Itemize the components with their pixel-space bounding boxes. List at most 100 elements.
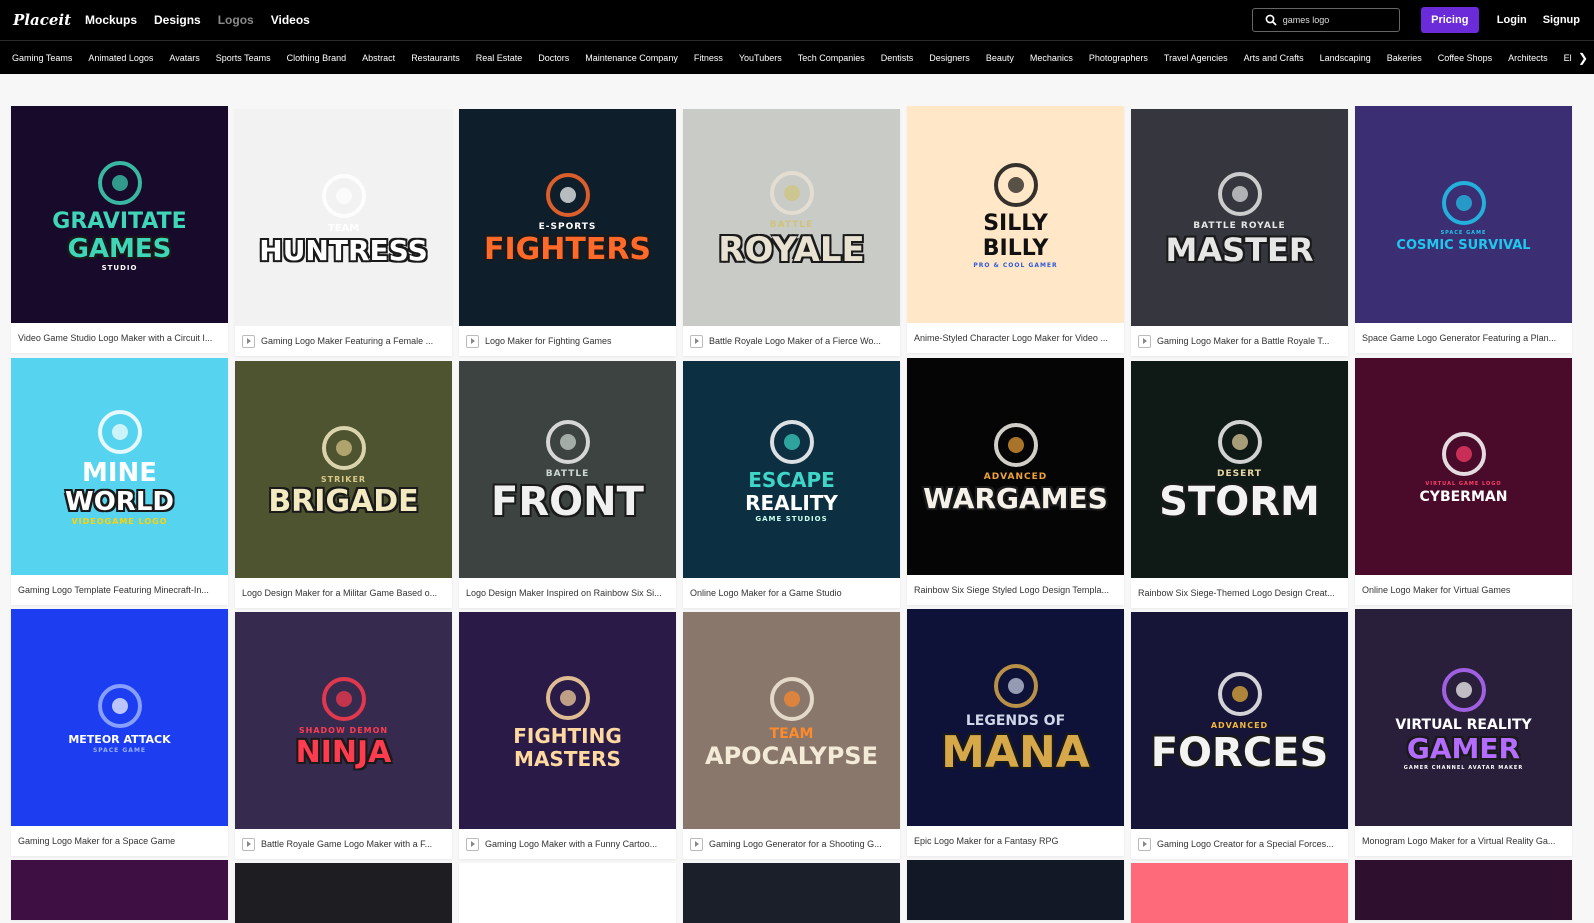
template-card[interactable]: LEGENDS OF MANA Epic Logo Maker for a Fant… bbox=[907, 609, 1124, 856]
category-link[interactable]: Doctors bbox=[538, 53, 569, 63]
template-card[interactable]: ADVANCED WARGAMES Rainbow Six Siege Styled… bbox=[907, 358, 1124, 605]
template-thumbnail[interactable]: ADVANCED FORCES bbox=[1131, 612, 1348, 829]
search-input[interactable] bbox=[1282, 15, 1393, 25]
template-card[interactable] bbox=[459, 863, 676, 923]
template-card[interactable]: ESCAPE REALITY GAME STUDIOS Online Logo Mak… bbox=[683, 361, 900, 608]
template-card[interactable]: VIRTUAL GAME LOGO CYBERMAN Online Logo Mak… bbox=[1355, 358, 1572, 605]
template-caption[interactable]: Gaming Logo Template Featuring Minecraft… bbox=[11, 575, 228, 605]
category-link[interactable]: Beauty bbox=[986, 53, 1014, 63]
category-link[interactable]: Animated Logos bbox=[88, 53, 153, 63]
template-thumbnail[interactable]: SPACE GAME COSMIC SURVIVAL bbox=[1355, 106, 1572, 323]
template-caption[interactable]: Battle Royale Logo Maker of a Fierce Wo.… bbox=[683, 326, 900, 356]
pricing-button[interactable]: Pricing bbox=[1420, 7, 1479, 33]
template-caption[interactable]: Space Game Logo Generator Featuring a Pl… bbox=[1355, 323, 1572, 353]
template-card[interactable]: DESERT STORM Rainbow Six Siege-Themed Logo… bbox=[1131, 361, 1348, 608]
template-card[interactable]: METEOR ATTACK SPACE GAME Gaming Logo Maker… bbox=[11, 609, 228, 856]
template-thumbnail[interactable]: GRAVITATE GAMES STUDIO bbox=[11, 106, 228, 323]
nav-mockups[interactable]: Mockups bbox=[85, 13, 137, 27]
template-thumbnail[interactable]: LEGENDS OF MANA bbox=[907, 609, 1124, 826]
template-card[interactable]: VIRTUAL REALITY GAMER GAMER CHANNEL AVATAR… bbox=[1355, 609, 1572, 856]
template-card[interactable]: SILLY BILLY PRO & COOL GAMER Anime-Styled C… bbox=[907, 106, 1124, 353]
template-card[interactable]: STRIKER BRIGADE Logo Design Maker for a Mi… bbox=[235, 361, 452, 608]
template-thumbnail[interactable]: VIRTUAL REALITY GAMER GAMER CHANNEL AVATAR… bbox=[1355, 609, 1572, 826]
category-link[interactable]: Photographers bbox=[1089, 53, 1148, 63]
template-thumbnail[interactable]: METEOR ATTACK SPACE GAME bbox=[11, 609, 228, 826]
search-box[interactable] bbox=[1251, 8, 1400, 32]
template-card[interactable] bbox=[1355, 860, 1572, 920]
template-caption[interactable]: Logo Design Maker Inspired on Rainbow Si… bbox=[459, 578, 676, 608]
category-link[interactable]: Architects bbox=[1508, 53, 1548, 63]
template-thumbnail[interactable]: FIGHTING MASTERS bbox=[459, 612, 676, 829]
signup-link[interactable]: Signup bbox=[1543, 14, 1580, 26]
template-card[interactable]: FIGHTING MASTERS Gaming Logo Maker with a … bbox=[459, 612, 676, 859]
template-thumbnail[interactable]: VIRTUAL GAME LOGO CYBERMAN bbox=[1355, 358, 1572, 575]
template-caption[interactable]: Logo Maker for Fighting Games bbox=[459, 326, 676, 356]
nav-logos[interactable]: Logos bbox=[218, 13, 254, 27]
template-caption[interactable]: Epic Logo Maker for a Fantasy RPG bbox=[907, 826, 1124, 856]
template-thumbnail[interactable]: DESERT STORM bbox=[1131, 361, 1348, 578]
category-link[interactable]: Designers bbox=[929, 53, 970, 63]
category-link[interactable]: Clothing Brand bbox=[287, 53, 347, 63]
template-caption[interactable]: Battle Royale Game Logo Maker with a F..… bbox=[235, 829, 452, 859]
category-link[interactable]: Avatars bbox=[169, 53, 199, 63]
nav-videos[interactable]: Videos bbox=[271, 13, 310, 27]
category-link[interactable]: Tech Companies bbox=[798, 53, 865, 63]
category-link[interactable]: Abstract bbox=[362, 53, 395, 63]
category-link[interactable]: Fitness bbox=[694, 53, 723, 63]
template-caption[interactable]: Gaming Logo Maker Featuring a Female ... bbox=[235, 326, 452, 356]
chevron-right-icon[interactable]: ❯ bbox=[1572, 41, 1594, 74]
template-thumbnail[interactable]: SHADOW DEMON NINJA bbox=[235, 612, 452, 829]
category-link[interactable]: YouTubers bbox=[739, 53, 782, 63]
template-thumbnail[interactable]: BATTLE FRONT bbox=[459, 361, 676, 578]
template-caption[interactable]: Online Logo Maker for a Game Studio bbox=[683, 578, 900, 608]
template-card[interactable] bbox=[11, 860, 228, 920]
template-thumbnail[interactable]: ADVANCED WARGAMES bbox=[907, 358, 1124, 575]
template-card[interactable] bbox=[1131, 863, 1348, 923]
category-link[interactable]: Arts and Crafts bbox=[1244, 53, 1304, 63]
template-caption[interactable]: Rainbow Six Siege Styled Logo Design Tem… bbox=[907, 575, 1124, 605]
template-thumbnail[interactable]: BATTLE ROYALE MASTER bbox=[1131, 109, 1348, 326]
template-card[interactable]: E-SPORTS FIGHTERS Logo Maker for Fighting … bbox=[459, 109, 676, 356]
template-card[interactable]: BATTLE ROYALE MASTER Gaming Logo Maker for… bbox=[1131, 109, 1348, 356]
placeit-logo[interactable]: Placeit bbox=[13, 11, 73, 29]
template-caption[interactable]: Gaming Logo Generator for a Shooting G..… bbox=[683, 829, 900, 859]
category-link[interactable]: Dentists bbox=[881, 53, 914, 63]
category-link[interactable]: Bakeries bbox=[1387, 53, 1422, 63]
template-thumbnail[interactable]: E-SPORTS FIGHTERS bbox=[459, 109, 676, 326]
template-thumbnail[interactable]: TEAM APOCALYPSE bbox=[683, 612, 900, 829]
category-link[interactable]: Gaming Teams bbox=[12, 53, 72, 63]
template-card[interactable] bbox=[907, 860, 1124, 920]
template-thumbnail[interactable]: BATTLE ROYALE bbox=[683, 109, 900, 326]
template-caption[interactable]: Gaming Logo Creator for a Special Forces… bbox=[1131, 829, 1348, 859]
template-thumbnail[interactable]: TEAM HUNTRESS bbox=[235, 109, 452, 326]
template-caption[interactable]: Gaming Logo Maker with a Funny Cartoo... bbox=[459, 829, 676, 859]
template-caption[interactable]: Anime-Styled Character Logo Maker for Vi… bbox=[907, 323, 1124, 353]
category-link[interactable]: Restaurants bbox=[411, 53, 460, 63]
template-card[interactable] bbox=[683, 863, 900, 923]
category-link[interactable]: Landscaping bbox=[1320, 53, 1371, 63]
template-thumbnail[interactable]: ESCAPE REALITY GAME STUDIOS bbox=[683, 361, 900, 578]
category-link[interactable]: Coffee Shops bbox=[1438, 53, 1492, 63]
template-card[interactable]: GRAVITATE GAMES STUDIO Video Game Studio Lo… bbox=[11, 106, 228, 353]
template-caption[interactable]: Video Game Studio Logo Maker with a Circ… bbox=[11, 323, 228, 353]
template-caption[interactable]: Gaming Logo Maker for a Space Game bbox=[11, 826, 228, 856]
template-caption[interactable]: Gaming Logo Maker for a Battle Royale T.… bbox=[1131, 326, 1348, 356]
template-card[interactable] bbox=[235, 863, 452, 923]
template-card[interactable]: ADVANCED FORCES Gaming Logo Creator for a … bbox=[1131, 612, 1348, 859]
template-card[interactable]: TEAM HUNTRESS Gaming Logo Maker Featuring … bbox=[235, 109, 452, 356]
template-card[interactable]: MINE WORLD VIDEOGAME LOGO Gaming Logo Templ… bbox=[11, 358, 228, 605]
category-link[interactable]: Travel Agencies bbox=[1164, 53, 1228, 63]
template-thumbnail[interactable]: STRIKER BRIGADE bbox=[235, 361, 452, 578]
login-link[interactable]: Login bbox=[1497, 14, 1527, 26]
template-card[interactable]: BATTLE FRONT Logo Design Maker Inspired on… bbox=[459, 361, 676, 608]
template-thumbnail[interactable]: MINE WORLD VIDEOGAME LOGO bbox=[11, 358, 228, 575]
template-card[interactable]: BATTLE ROYALE Battle Royale Logo Maker of … bbox=[683, 109, 900, 356]
category-link[interactable]: Mechanics bbox=[1030, 53, 1073, 63]
template-card[interactable]: SPACE GAME COSMIC SURVIVAL Space Game Logo… bbox=[1355, 106, 1572, 353]
template-thumbnail[interactable]: SILLY BILLY PRO & COOL GAMER bbox=[907, 106, 1124, 323]
category-link[interactable]: Sports Teams bbox=[216, 53, 271, 63]
category-link[interactable]: Real Estate bbox=[476, 53, 523, 63]
template-card[interactable]: TEAM APOCALYPSE Gaming Logo Generator for … bbox=[683, 612, 900, 859]
template-caption[interactable]: Online Logo Maker for Virtual Games bbox=[1355, 575, 1572, 605]
template-caption[interactable]: Monogram Logo Maker for a Virtual Realit… bbox=[1355, 826, 1572, 856]
